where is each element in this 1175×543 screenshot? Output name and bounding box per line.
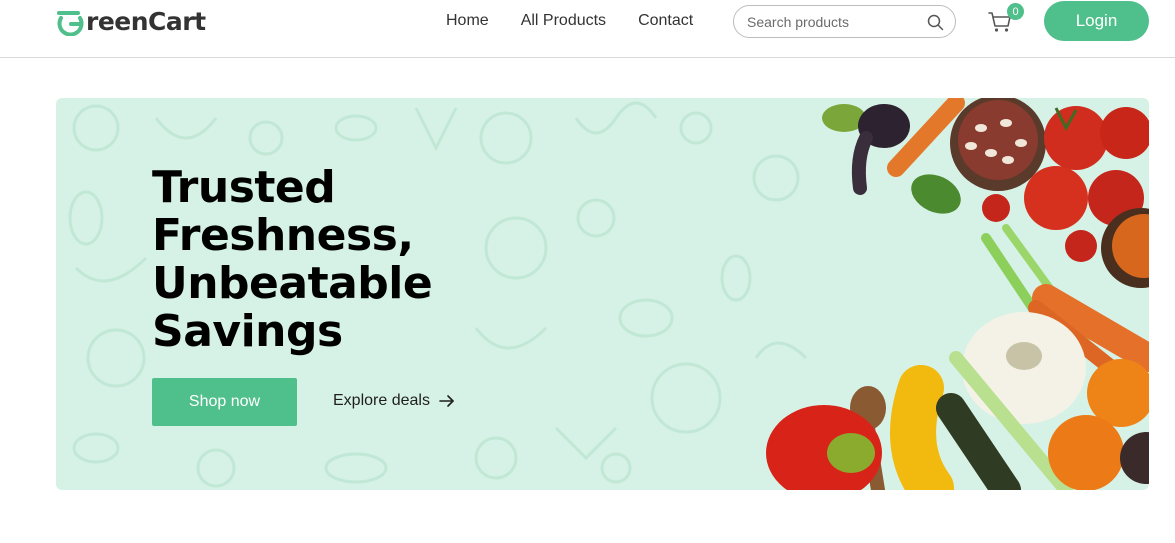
search-box	[733, 5, 956, 38]
hero-title-line-4: Savings	[152, 306, 343, 357]
brand-name: reenCart	[86, 6, 206, 36]
navbar: reenCart Home All Products Contact 0 Log…	[0, 0, 1175, 58]
hero-title-line-1: Trusted	[152, 162, 336, 213]
search-input[interactable]	[747, 13, 917, 30]
explore-deals-link[interactable]: Explore deals	[333, 392, 456, 410]
search-icon[interactable]	[927, 14, 944, 31]
nav-all-products[interactable]: All Products	[521, 12, 606, 30]
hero-banner: Trusted Freshness, Unbeatable Savings Sh…	[56, 98, 1149, 490]
nav-home[interactable]: Home	[446, 12, 489, 30]
nav-links: Home All Products Contact	[446, 12, 693, 30]
shop-now-button[interactable]: Shop now	[152, 378, 297, 426]
nav-contact[interactable]: Contact	[638, 12, 693, 30]
hero-title-line-3: Unbeatable	[152, 258, 433, 309]
explore-deals-label: Explore deals	[333, 392, 430, 409]
logo-g-icon	[57, 11, 84, 36]
hero-title-line-2: Freshness,	[152, 210, 414, 261]
vegetables-image	[766, 98, 1149, 490]
brand-logo[interactable]: reenCart	[56, 4, 206, 38]
login-button[interactable]: Login	[1044, 1, 1149, 41]
arrow-right-icon	[439, 395, 454, 407]
hero-title: Trusted Freshness, Unbeatable Savings	[152, 164, 512, 356]
cart-count-badge: 0	[1007, 3, 1024, 20]
